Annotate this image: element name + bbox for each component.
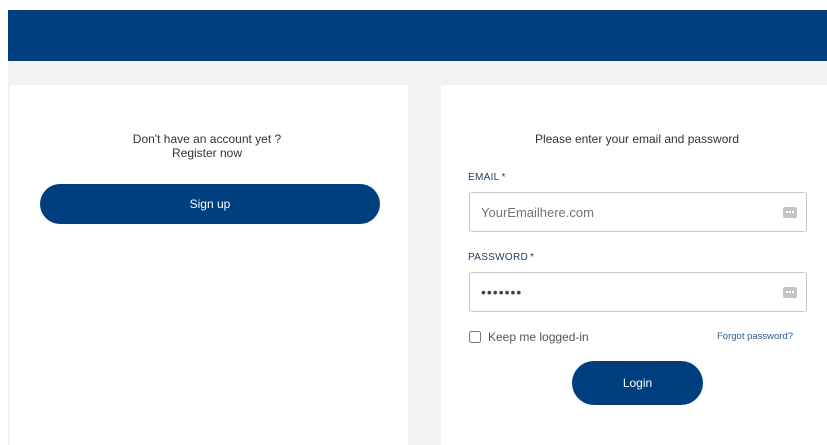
remember-me: Keep me logged-in [469, 330, 589, 344]
email-input[interactable] [470, 193, 770, 231]
register-prompt-line1: Don't have an account yet ? [132, 132, 282, 146]
register-prompt: Don't have an account yet ? Register now [10, 132, 404, 160]
password-manager-key-icon[interactable] [783, 207, 797, 218]
login-button[interactable]: Login [572, 361, 703, 405]
email-label: EMAIL * [468, 172, 506, 183]
password-manager-key-icon[interactable] [783, 287, 797, 298]
email-field-wrapper [469, 192, 807, 232]
forgot-password-link[interactable]: Forgot password? [717, 331, 793, 342]
password-label-text: PASSWORD [468, 252, 528, 263]
password-label: PASSWORD * [468, 252, 534, 263]
register-prompt-line2: Register now [171, 146, 243, 160]
remember-me-label[interactable]: Keep me logged-in [488, 330, 589, 344]
login-panel: Please enter your email and password EMA… [441, 85, 827, 445]
password-field-wrapper [469, 272, 807, 312]
remember-me-checkbox[interactable] [469, 331, 481, 343]
email-required-mark: * [501, 172, 506, 183]
top-header-bar [8, 10, 827, 61]
register-panel: Don't have an account yet ? Register now… [10, 85, 408, 445]
email-label-text: EMAIL [468, 172, 500, 183]
login-heading: Please enter your email and password [534, 132, 740, 146]
password-required-mark: * [530, 252, 535, 263]
sign-up-button[interactable]: Sign up [40, 184, 380, 224]
password-input[interactable] [470, 273, 770, 311]
